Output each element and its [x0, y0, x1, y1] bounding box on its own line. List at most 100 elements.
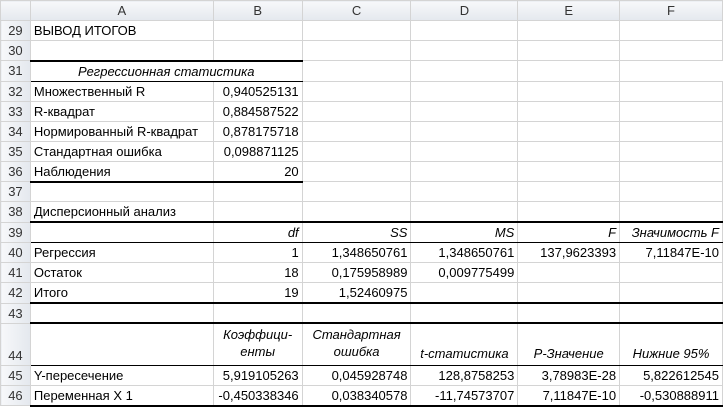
cell-e38[interactable]	[517, 201, 621, 223]
cell-a42[interactable]: Итого	[29, 282, 214, 304]
row-header[interactable]: 30	[0, 40, 31, 61]
cell-d39[interactable]: MS	[410, 221, 519, 243]
cell-a45[interactable]: Y-пересечение	[29, 364, 214, 386]
row-header[interactable]: 35	[0, 140, 31, 162]
regression-stats-header[interactable]: Регрессионная статистика	[29, 59, 303, 82]
cell-b45[interactable]: 5,919105263	[212, 364, 303, 386]
cell-b30[interactable]	[212, 40, 303, 61]
row-header[interactable]: 33	[0, 100, 31, 122]
row-header[interactable]: 46	[0, 384, 31, 406]
row-header[interactable]: 42	[0, 282, 31, 304]
cell-d44[interactable]: t-статистика	[410, 322, 519, 366]
cell-e32[interactable]	[410, 80, 519, 102]
cell-f32[interactable]	[517, 80, 621, 102]
cell-f39[interactable]: Значимость F	[619, 221, 723, 243]
row-header[interactable]: 38	[0, 201, 31, 223]
cell-c42[interactable]: 1,52460975	[301, 282, 412, 304]
column-header-b[interactable]: B	[212, 0, 303, 21]
cell-b37[interactable]	[212, 181, 303, 202]
cell-a44[interactable]	[29, 322, 214, 366]
cell-e40[interactable]: 137,9623393	[517, 242, 621, 263]
column-header-f[interactable]: F	[619, 0, 723, 21]
cell-c45[interactable]: 0,045928748	[301, 364, 412, 386]
column-header-c[interactable]: C	[301, 0, 412, 21]
cell-c43[interactable]	[301, 302, 412, 324]
cell-b42[interactable]: 19	[212, 282, 303, 304]
cell-b41[interactable]: 18	[212, 262, 303, 283]
column-header-a[interactable]: A	[29, 0, 214, 21]
cell-d42[interactable]	[410, 282, 519, 304]
cell-b29[interactable]	[212, 20, 303, 41]
cell-a43[interactable]	[29, 302, 214, 324]
cell-c46[interactable]: 0,038340578	[301, 384, 412, 407]
cell-c36[interactable]	[301, 160, 412, 182]
cell-a34[interactable]: Нормированный R-квадрат	[29, 120, 214, 142]
cell-d38[interactable]	[410, 201, 519, 223]
row-header[interactable]: 31	[0, 60, 31, 82]
row-header[interactable]: 32	[0, 80, 31, 102]
cell-a37[interactable]	[29, 181, 214, 202]
row-header[interactable]: 44	[0, 322, 31, 366]
cell-b38[interactable]	[212, 201, 303, 223]
cell-b44[interactable]: Коэффици-енты	[212, 322, 303, 366]
cell-b34[interactable]: 0,878175718	[212, 120, 303, 142]
cell-e41[interactable]	[517, 262, 621, 283]
row-header[interactable]: 39	[0, 221, 31, 243]
cell-b32[interactable]: 0,940525131	[212, 80, 303, 102]
cell-f30[interactable]	[619, 40, 723, 61]
cell-f42[interactable]	[619, 282, 723, 304]
row-header[interactable]: 29	[0, 20, 31, 41]
cell-a36[interactable]: Наблюдения	[29, 160, 214, 183]
cell-d34[interactable]	[410, 120, 519, 142]
cell-a41[interactable]: Остаток	[29, 262, 214, 283]
cell-e43[interactable]	[517, 302, 621, 324]
row-header[interactable]: 37	[0, 181, 31, 202]
cell-a40[interactable]: Регрессия	[29, 242, 214, 263]
cell-a29[interactable]: ВЫВОД ИТОГОВ	[29, 20, 214, 41]
cell-c37[interactable]	[301, 181, 412, 202]
cell-e42[interactable]	[517, 282, 621, 304]
cell-e34[interactable]	[517, 120, 621, 142]
column-header-e[interactable]: E	[517, 0, 621, 21]
cell-f31[interactable]	[517, 60, 621, 82]
cell-a35[interactable]: Стандартная ошибка	[29, 140, 214, 162]
row-header[interactable]: 34	[0, 120, 31, 142]
cell-f37[interactable]	[619, 181, 723, 202]
cell-c29[interactable]	[301, 20, 412, 41]
cell-d36[interactable]	[410, 160, 519, 182]
cell-e30[interactable]	[517, 40, 621, 61]
cell-d46[interactable]: -11,74573707	[410, 384, 519, 407]
cell-c40[interactable]: 1,348650761	[301, 242, 412, 263]
cell-d37[interactable]	[410, 181, 519, 202]
cell-c34[interactable]	[301, 120, 412, 142]
cell-f44[interactable]: Нижние 95%	[619, 322, 723, 366]
row-header[interactable]: 41	[0, 262, 31, 283]
cell-c35[interactable]	[301, 140, 412, 162]
cell-c38[interactable]	[301, 201, 412, 223]
cell-c39[interactable]: SS	[301, 221, 412, 243]
cell-a39[interactable]	[29, 221, 214, 243]
cell-f35[interactable]	[619, 140, 723, 162]
cell-d31[interactable]	[301, 60, 412, 82]
cell-c44[interactable]: Стандартная ошибка	[301, 322, 412, 366]
cell-c30[interactable]	[301, 40, 412, 61]
cell-f43[interactable]	[619, 302, 723, 324]
select-all-corner[interactable]	[0, 0, 31, 21]
cell-d33[interactable]	[410, 100, 519, 122]
cell-e36[interactable]	[517, 160, 621, 182]
cell-e46[interactable]: 7,11847E-10	[517, 384, 621, 407]
cell-d35[interactable]	[410, 140, 519, 162]
cell-f46[interactable]: -0,530888911	[619, 384, 723, 407]
cell-d32[interactable]	[301, 80, 412, 102]
cell-f38[interactable]	[619, 201, 723, 223]
cell-a38[interactable]: Дисперсионный анализ	[29, 201, 214, 223]
cell-a32[interactable]: Множественный R	[29, 80, 214, 102]
cell-f34[interactable]	[619, 120, 723, 142]
cell-e37[interactable]	[517, 181, 621, 202]
cell-e35[interactable]	[517, 140, 621, 162]
cell-g32[interactable]	[619, 80, 723, 102]
column-header-d[interactable]: D	[410, 0, 519, 21]
cell-f40[interactable]: 7,11847E-10	[619, 242, 723, 263]
cell-f45[interactable]: 5,822612545	[619, 364, 723, 386]
cell-d30[interactable]	[410, 40, 519, 61]
